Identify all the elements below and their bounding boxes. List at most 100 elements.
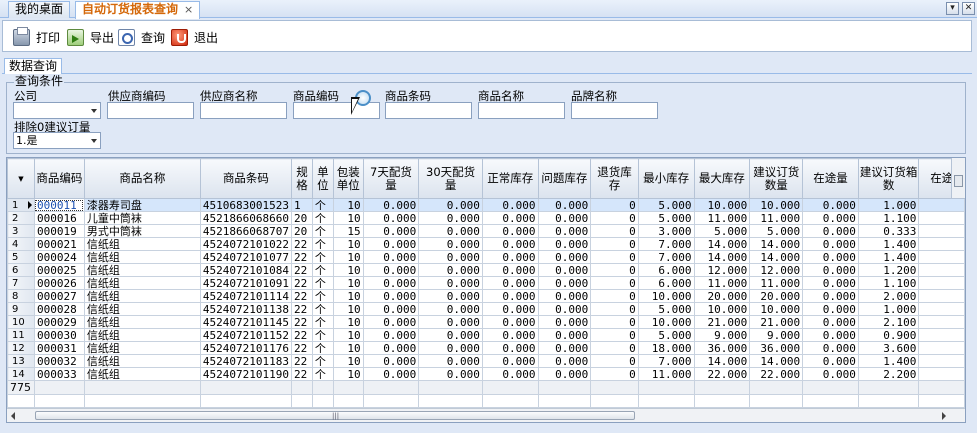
cell-normal[interactable]: 0.000 xyxy=(481,237,539,251)
cell-unit[interactable]: 个 xyxy=(311,354,334,368)
row-header-corner[interactable]: ▼ xyxy=(7,158,35,199)
cell-d7[interactable]: 0.000 xyxy=(362,367,420,381)
cell-unit[interactable]: 个 xyxy=(311,328,334,342)
cell-transit-extra[interactable] xyxy=(918,237,965,251)
filter-cell[interactable] xyxy=(7,394,35,408)
cell-suggest[interactable]: 11.000 xyxy=(749,211,804,225)
cell-normal[interactable]: 0.000 xyxy=(481,276,539,290)
row-number[interactable]: 13 xyxy=(7,354,35,368)
cell-max[interactable]: 11.000 xyxy=(693,276,751,290)
cell-barcode[interactable]: 4524072101114 xyxy=(199,289,292,303)
tab-auto-order-report[interactable]: 自动订货报表查询 × xyxy=(75,1,201,19)
cell-barcode[interactable]: 4524072101091 xyxy=(199,276,292,290)
cell-problem[interactable]: 0.000 xyxy=(537,302,592,316)
cell-d30[interactable]: 0.000 xyxy=(418,289,483,303)
cell-suggest[interactable]: 14.000 xyxy=(749,250,804,264)
cell-transit-extra[interactable] xyxy=(918,289,965,303)
cell-ret[interactable]: 0 xyxy=(590,237,639,251)
cell-pack[interactable]: 15 xyxy=(332,224,364,238)
cell-max[interactable]: 14.000 xyxy=(693,237,751,251)
cell-max[interactable]: 20.000 xyxy=(693,289,751,303)
cell-boxes[interactable]: 2.100 xyxy=(857,315,920,329)
table-row[interactable]: 11 000030 信纸组 4524072101152 22 个 10 0.000 0.000 0… xyxy=(7,328,965,342)
cell-unit[interactable]: 个 xyxy=(311,250,334,264)
filter-cell[interactable] xyxy=(749,394,804,408)
column-header[interactable]: 包装单位 xyxy=(332,158,364,199)
cell-code[interactable]: 000033 xyxy=(33,367,85,381)
cell-suggest[interactable]: 22.000 xyxy=(749,367,804,381)
scroll-right-icon[interactable] xyxy=(942,412,946,420)
row-number[interactable]: 11 xyxy=(7,328,35,342)
exclude-zero-select[interactable]: 1.是 xyxy=(13,132,101,149)
cell-problem[interactable]: 0.000 xyxy=(537,354,592,368)
table-row[interactable]: 9 000028 信纸组 4524072101138 22 个 10 0.000 0.000 0.… xyxy=(7,302,965,316)
cell-pack[interactable]: 10 xyxy=(332,367,364,381)
cell-ret[interactable]: 0 xyxy=(590,276,639,290)
cell-unit[interactable]: 个 xyxy=(311,302,334,316)
row-number[interactable]: 7 xyxy=(7,276,35,290)
row-number[interactable]: 1 xyxy=(7,198,35,212)
cell-transit[interactable]: 0.000 xyxy=(802,367,859,381)
cell-normal[interactable]: 0.000 xyxy=(481,198,539,212)
cell-d30[interactable]: 0.000 xyxy=(418,315,483,329)
cell-suggest[interactable]: 10.000 xyxy=(749,198,804,212)
cell-min[interactable]: 5.000 xyxy=(637,198,695,212)
cell-problem[interactable]: 0.000 xyxy=(537,367,592,381)
cell-transit[interactable]: 0.000 xyxy=(802,289,859,303)
cell-problem[interactable]: 0.000 xyxy=(537,341,592,355)
column-header[interactable]: 退货库存 xyxy=(590,158,639,199)
cell-ret[interactable]: 0 xyxy=(590,341,639,355)
window-close-icon[interactable]: ✕ xyxy=(962,2,975,15)
cell-ret[interactable]: 0 xyxy=(590,198,639,212)
table-row[interactable]: 6 000025 信纸组 4524072101084 22 个 10 0.000 0.000 0.… xyxy=(7,263,965,277)
exit-button[interactable]: 退出 xyxy=(171,27,218,47)
supplier-name-input[interactable] xyxy=(200,102,287,119)
cell-transit-extra[interactable] xyxy=(918,315,965,329)
tab-data-query[interactable]: 数据查询 xyxy=(4,58,63,74)
cell-boxes[interactable]: 1.100 xyxy=(857,276,920,290)
cell-code[interactable]: 000030 xyxy=(33,328,85,342)
cell-spec[interactable]: 22 xyxy=(290,237,313,251)
cell-d30[interactable]: 0.000 xyxy=(418,237,483,251)
cell-d30[interactable]: 0.000 xyxy=(418,276,483,290)
cell-name[interactable]: 信纸组 xyxy=(83,263,201,277)
column-header[interactable]: 30天配货量 xyxy=(418,158,483,199)
cell-boxes[interactable]: 2.000 xyxy=(857,289,920,303)
cell-ret[interactable]: 0 xyxy=(590,289,639,303)
row-number[interactable]: 2 xyxy=(7,211,35,225)
cell-spec[interactable]: 22 xyxy=(290,341,313,355)
cell-spec[interactable]: 20 xyxy=(290,224,313,238)
cell-suggest[interactable]: 11.000 xyxy=(749,276,804,290)
cell-boxes[interactable]: 1.100 xyxy=(857,211,920,225)
cell-code[interactable]: 000024 xyxy=(33,250,85,264)
cell-d7[interactable]: 0.000 xyxy=(362,328,420,342)
print-button[interactable]: 打印 xyxy=(13,26,60,47)
cell-d7[interactable]: 0.000 xyxy=(362,276,420,290)
cell-max[interactable]: 5.000 xyxy=(693,224,751,238)
row-number[interactable]: 10 xyxy=(7,315,35,329)
cell-max[interactable]: 14.000 xyxy=(693,354,751,368)
cell-problem[interactable]: 0.000 xyxy=(537,276,592,290)
filter-cell[interactable] xyxy=(918,394,965,408)
cell-suggest[interactable]: 5.000 xyxy=(749,224,804,238)
cell-max[interactable]: 9.000 xyxy=(693,328,751,342)
cell-barcode[interactable]: 4524072101152 xyxy=(199,328,292,342)
cell-unit[interactable]: 个 xyxy=(311,276,334,290)
filter-cell[interactable] xyxy=(693,394,751,408)
cell-code[interactable]: 000019 xyxy=(33,224,85,238)
cell-d30[interactable]: 0.000 xyxy=(418,328,483,342)
column-header[interactable]: 在途量 xyxy=(802,158,859,199)
cell-spec[interactable]: 22 xyxy=(290,250,313,264)
cell-problem[interactable]: 0.000 xyxy=(537,289,592,303)
cell-normal[interactable]: 0.000 xyxy=(481,211,539,225)
vertical-scroll-thumb[interactable] xyxy=(954,175,963,187)
cell-transit-extra[interactable] xyxy=(918,328,965,342)
cell-ret[interactable]: 0 xyxy=(590,354,639,368)
filter-cell[interactable] xyxy=(362,394,420,408)
cell-d7[interactable]: 0.000 xyxy=(362,211,420,225)
cell-spec[interactable]: 22 xyxy=(290,289,313,303)
cell-problem[interactable]: 0.000 xyxy=(537,198,592,212)
cell-name[interactable]: 信纸组 xyxy=(83,354,201,368)
column-header[interactable]: 7天配货量 xyxy=(362,158,420,199)
table-row[interactable]: 4 000021 信纸组 4524072101022 22 个 10 0.000 0.000 0.… xyxy=(7,237,965,251)
